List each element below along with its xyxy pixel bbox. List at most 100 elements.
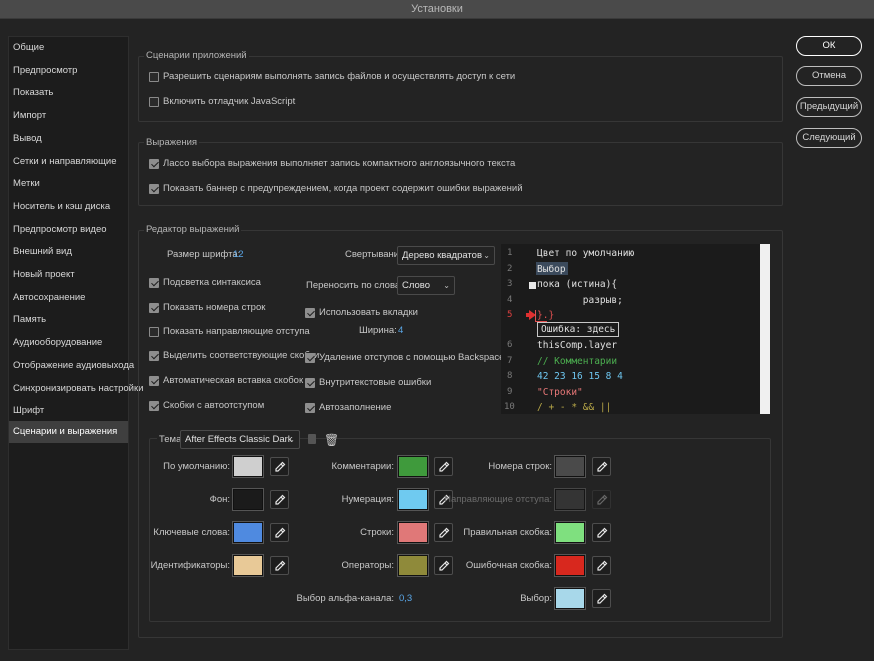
line-number: 8 [507, 371, 513, 381]
matching-bracket-color-swatch[interactable] [555, 522, 585, 543]
previous-button[interactable]: Предыдущий [796, 97, 862, 117]
sidebar-item-labels[interactable]: Метки [9, 173, 128, 195]
font-size-label: Размер шрифта: [167, 249, 241, 260]
background-color-swatch[interactable] [233, 489, 263, 510]
sidebar-item-display[interactable]: Показать [9, 82, 128, 104]
comments-color-swatch[interactable] [398, 456, 428, 477]
lasso-option[interactable]: Лассо выбора выражения выполняет запись … [149, 158, 515, 169]
identifiers-color-label: Идентификаторы: [150, 560, 230, 571]
identifiers-color-swatch[interactable] [233, 555, 263, 576]
strings-color-swatch[interactable] [398, 522, 428, 543]
default-color-eyedropper[interactable] [270, 457, 289, 476]
comments-color-eyedropper[interactable] [434, 457, 453, 476]
sidebar-item-scripting-expressions[interactable]: Сценарии и выражения [9, 421, 128, 443]
matching-bracket-color-eyedropper[interactable] [592, 523, 611, 542]
identifiers-color-eyedropper[interactable] [270, 556, 289, 575]
scrollbar[interactable] [760, 244, 770, 414]
sidebar-item-new-project[interactable]: Новый проект [9, 264, 128, 286]
line-number: 10 [504, 402, 515, 412]
operators-color-swatch[interactable] [398, 555, 428, 576]
numbers-color-label: Нумерация: [341, 494, 394, 505]
sidebar-item-audio-hardware[interactable]: Аудиооборудование [9, 332, 128, 354]
folding-dropdown[interactable]: Дерево квадратов ⌄ [397, 246, 495, 265]
sidebar-item-grids-guides[interactable]: Сетки и направляющие [9, 151, 128, 173]
lasso-label: Лассо выбора выражения выполняет запись … [163, 158, 516, 169]
auto-indent-brackets-checkbox[interactable] [149, 400, 159, 411]
sidebar-item-type[interactable]: Шрифт [9, 400, 128, 422]
warning-banner-option[interactable]: Показать баннер с предупреждением, когда… [149, 183, 523, 194]
indent-guides-option[interactable]: Показать направляющие отступа [149, 326, 310, 337]
line-numbers-color-eyedropper[interactable] [592, 457, 611, 476]
next-button[interactable]: Следующий [796, 128, 862, 148]
fold-marker-icon[interactable] [529, 282, 536, 289]
sidebar-item-media-cache[interactable]: Носитель и кэш диска [9, 196, 128, 218]
syntax-highlight-option[interactable]: Подсветка синтаксиса [149, 277, 261, 288]
background-color-eyedropper[interactable] [270, 490, 289, 509]
backspace-unindent-option[interactable]: Удаление отступов с помощью Backspace [305, 352, 504, 363]
alpha-selection-value[interactable]: 0,3 [399, 593, 412, 604]
match-brackets-checkbox[interactable] [149, 350, 159, 361]
selection-color-swatch[interactable] [555, 588, 585, 609]
allow-scripts-write-option[interactable]: Разрешить сценариям выполнять запись фай… [149, 71, 515, 82]
auto-brackets-checkbox[interactable] [149, 375, 159, 386]
default-color-swatch[interactable] [233, 456, 263, 477]
sidebar-item-appearance[interactable]: Внешний вид [9, 241, 128, 263]
strings-color-label: Строки: [360, 527, 394, 538]
sidebar-item-previews[interactable]: Предпросмотр [9, 60, 128, 82]
sidebar-item-sync-settings[interactable]: Синхронизировать настройки [9, 378, 143, 400]
auto-indent-brackets-label: Скобки с автоотступом [163, 400, 265, 411]
sidebar-item-general[interactable]: Общие [9, 37, 128, 59]
eyedropper-icon [274, 461, 285, 472]
lasso-checkbox[interactable] [149, 158, 159, 169]
sidebar-item-import[interactable]: Импорт [9, 105, 128, 127]
font-size-value[interactable]: 12 [233, 249, 244, 260]
tab-width-value[interactable]: 4 [398, 325, 403, 336]
keywords-color-eyedropper[interactable] [270, 523, 289, 542]
line-numbers-option[interactable]: Показать номера строк [149, 302, 265, 313]
operators-color-eyedropper[interactable] [434, 556, 453, 575]
line-numbers-checkbox[interactable] [149, 302, 159, 313]
match-brackets-option[interactable]: Выделить соответствующие скобки [149, 350, 319, 361]
sidebar-item-audio-output[interactable]: Отображение аудиовыхода [9, 355, 134, 377]
ok-button[interactable]: ОК [796, 36, 862, 56]
line-numbers-color-swatch[interactable] [555, 456, 585, 477]
syntax-highlight-checkbox[interactable] [149, 277, 159, 288]
error-bracket-color-swatch[interactable] [555, 555, 585, 576]
auto-brackets-option[interactable]: Автоматическая вставка скобок [149, 375, 303, 386]
allow-scripts-write-checkbox[interactable] [149, 71, 159, 82]
eyedropper-icon [274, 494, 285, 505]
strings-color-eyedropper[interactable] [434, 523, 453, 542]
sidebar-item-output[interactable]: Вывод [9, 128, 128, 150]
autocomplete-checkbox[interactable] [305, 402, 315, 413]
use-tabs-checkbox[interactable] [305, 307, 315, 318]
line-number-gutter: 1 2 3 4 5 6 7 8 9 10 [501, 244, 523, 414]
word-wrap-dropdown[interactable]: Слово ⌄ [397, 276, 455, 295]
theme-dropdown[interactable]: After Effects Classic Dark ⌄ [180, 430, 300, 449]
auto-indent-brackets-option[interactable]: Скобки с автоотступом [149, 400, 264, 411]
selection-color-eyedropper[interactable] [592, 589, 611, 608]
match-brackets-label: Выделить соответствующие скобки [163, 350, 320, 361]
chevron-down-icon: ⌄ [443, 281, 450, 290]
cancel-button[interactable]: Отмена [796, 66, 862, 86]
inline-errors-checkbox[interactable] [305, 377, 315, 388]
backspace-unindent-checkbox[interactable] [305, 352, 315, 363]
numbers-color-swatch[interactable] [398, 489, 428, 510]
sidebar-item-memory[interactable]: Память [9, 309, 128, 331]
line-number: 2 [507, 263, 513, 274]
autocomplete-option[interactable]: Автозаполнение [305, 402, 391, 413]
word-wrap-value: Слово [402, 280, 431, 291]
indent-guides-checkbox[interactable] [149, 326, 159, 337]
inline-errors-option[interactable]: Внутритекстовые ошибки [305, 377, 431, 388]
sidebar-item-autosave[interactable]: Автосохранение [9, 287, 128, 309]
enable-debugger-option[interactable]: Включить отладчик JavaScript [149, 96, 295, 107]
keywords-color-swatch[interactable] [233, 522, 263, 543]
warning-banner-checkbox[interactable] [149, 183, 159, 194]
eyedropper-icon [596, 527, 607, 538]
error-bracket-color-eyedropper[interactable] [592, 556, 611, 575]
enable-debugger-checkbox[interactable] [149, 96, 159, 107]
window-title: Установки [0, 0, 874, 19]
save-theme-icon[interactable] [308, 434, 316, 444]
sidebar-item-video-preview[interactable]: Предпросмотр видео [9, 219, 128, 241]
delete-theme-icon[interactable]: 🗑 [324, 433, 339, 447]
use-tabs-option[interactable]: Использовать вкладки [305, 307, 418, 318]
